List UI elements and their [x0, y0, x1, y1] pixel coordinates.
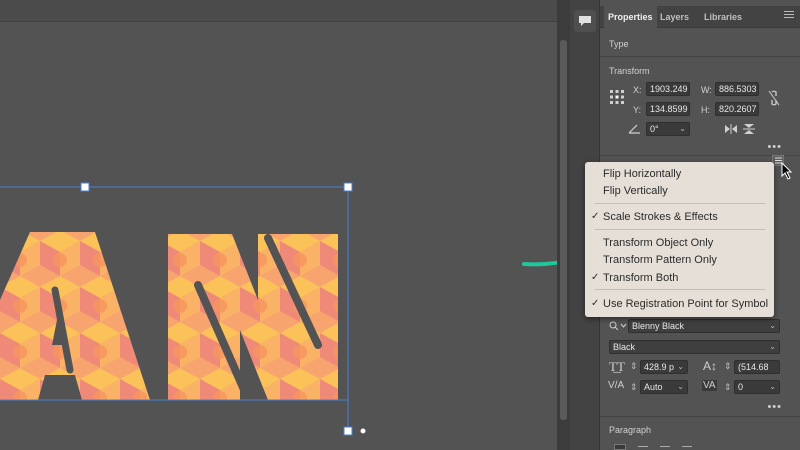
- stepper-icon[interactable]: ⇕: [630, 361, 638, 372]
- menu-item-label: Transform Object Only: [603, 237, 714, 249]
- menu-item-label: Transform Pattern Only: [603, 254, 717, 266]
- chevron-down-icon[interactable]: ⌄: [677, 361, 684, 373]
- constrain-proportions-icon[interactable]: [768, 90, 780, 106]
- divider: [600, 56, 800, 57]
- x-label: X:: [633, 85, 642, 95]
- checkmark-icon: ✓: [591, 272, 600, 283]
- y-field[interactable]: 134.8599: [646, 102, 690, 116]
- patterned-text-artwork[interactable]: [0, 0, 557, 450]
- menu-item-label: Scale Strokes & Effects: [603, 211, 718, 223]
- letter-a-shape: [0, 232, 150, 400]
- menu-item-use-registration-point[interactable]: ✓ Use Registration Point for Symbol: [585, 296, 774, 312]
- chevron-down-icon[interactable]: ⌄: [769, 381, 776, 393]
- hamburger-icon[interactable]: [784, 11, 794, 21]
- rotate-handle[interactable]: [360, 428, 366, 434]
- rotation-value: 0°: [650, 124, 659, 134]
- kerning-icon: V/A: [608, 380, 625, 391]
- checkmark-icon: ✓: [591, 211, 600, 222]
- font-size-value: 428.9 p: [644, 362, 675, 372]
- vertical-scrollbar[interactable]: [557, 0, 570, 450]
- y-label: Y:: [633, 105, 642, 115]
- chevron-down-icon[interactable]: ⌄: [769, 341, 776, 353]
- checkmark-icon: ✓: [591, 298, 600, 309]
- align-left-button[interactable]: [614, 444, 626, 450]
- leading-icon: A↕: [703, 359, 718, 373]
- resize-handle-bottom-right[interactable]: [343, 426, 353, 436]
- leading-field[interactable]: (514.68: [734, 360, 780, 374]
- menu-item-flip-horizontally[interactable]: Flip Horizontally: [585, 166, 774, 182]
- reference-point-icon[interactable]: [609, 89, 625, 105]
- transform-section-title: Transform: [609, 66, 650, 76]
- menu-item-label: Flip Vertically: [603, 185, 668, 197]
- menu-item-transform-both[interactable]: ✓ Transform Both: [585, 270, 774, 286]
- illustrator-window: Properties Layers Libraries Type Transfo…: [0, 0, 800, 450]
- paragraph-section-title: Paragraph: [609, 425, 652, 435]
- more-options-button[interactable]: •••: [767, 141, 782, 153]
- menu-item-transform-pattern-only[interactable]: Transform Pattern Only: [585, 252, 774, 268]
- menu-item-flip-vertically[interactable]: Flip Vertically: [585, 183, 774, 199]
- align-right-button[interactable]: [660, 446, 670, 447]
- menu-item-label: Flip Horizontally: [603, 168, 682, 180]
- menu-item-transform-object-only[interactable]: Transform Object Only: [585, 235, 774, 251]
- menu-item-scale-strokes-effects[interactable]: ✓ Scale Strokes & Effects: [585, 209, 774, 225]
- align-center-button[interactable]: [638, 446, 648, 447]
- tab-layers[interactable]: Layers: [660, 6, 689, 28]
- justify-button[interactable]: [682, 446, 692, 447]
- resize-handle-top-right[interactable]: [343, 182, 353, 192]
- font-family-select[interactable]: Blenny Black ⌄: [628, 319, 780, 333]
- stepper-icon[interactable]: ⇕: [724, 382, 732, 393]
- font-family-value: Blenny Black: [632, 321, 685, 331]
- divider: [600, 416, 800, 417]
- letter-n-shape: [168, 234, 338, 400]
- font-search-icon[interactable]: [609, 321, 627, 331]
- chevron-down-icon[interactable]: ⌄: [679, 123, 686, 135]
- chevron-down-icon[interactable]: ⌄: [677, 381, 684, 393]
- font-style-select[interactable]: Black ⌄: [609, 340, 780, 354]
- type-section-title: Type: [609, 39, 629, 49]
- tab-properties[interactable]: Properties: [604, 6, 657, 28]
- menu-separator: [595, 289, 765, 290]
- flip-vertical-icon[interactable]: [743, 123, 755, 135]
- rotate-angle-icon: [628, 124, 640, 134]
- stepper-icon[interactable]: ⇕: [630, 382, 638, 393]
- flip-horizontal-icon[interactable]: [724, 124, 738, 134]
- tracking-value: 0: [738, 382, 744, 392]
- comment-icon[interactable]: [574, 10, 596, 32]
- transform-options-menu: Flip Horizontally Flip Vertically ✓ Scal…: [585, 162, 774, 317]
- height-field[interactable]: 820.2607: [715, 102, 759, 116]
- h-label: H:: [701, 105, 710, 115]
- artboard-canvas[interactable]: [0, 0, 557, 450]
- resize-handle-top[interactable]: [80, 182, 90, 192]
- scrollbar-thumb[interactable]: [560, 40, 567, 420]
- menu-item-label: Transform Both: [603, 272, 679, 284]
- panel-tab-bar: Properties Layers Libraries: [600, 6, 800, 28]
- mouse-pointer-icon: [781, 162, 793, 180]
- w-label: W:: [701, 85, 712, 95]
- menu-separator: [595, 229, 765, 230]
- font-size-icon: T͟T: [609, 359, 625, 374]
- tracking-icon: VA: [702, 380, 717, 391]
- chevron-down-icon[interactable]: ⌄: [769, 320, 776, 332]
- menu-separator: [595, 203, 765, 204]
- font-size-field[interactable]: 428.9 p ⌄: [640, 360, 688, 374]
- more-options-button[interactable]: •••: [767, 401, 782, 413]
- x-field[interactable]: 1903.249: [646, 82, 690, 96]
- divider: [600, 155, 800, 156]
- tracking-field[interactable]: 0 ⌄: [734, 380, 780, 394]
- tab-libraries[interactable]: Libraries: [704, 6, 742, 28]
- rotation-field[interactable]: 0° ⌄: [646, 122, 690, 136]
- stepper-icon[interactable]: ⇕: [724, 361, 732, 372]
- menu-item-label: Use Registration Point for Symbol: [603, 298, 769, 310]
- kerning-value: Auto: [644, 382, 663, 392]
- width-field[interactable]: 886.5303: [715, 82, 759, 96]
- kerning-select[interactable]: Auto ⌄: [640, 380, 688, 394]
- font-style-value: Black: [613, 342, 636, 352]
